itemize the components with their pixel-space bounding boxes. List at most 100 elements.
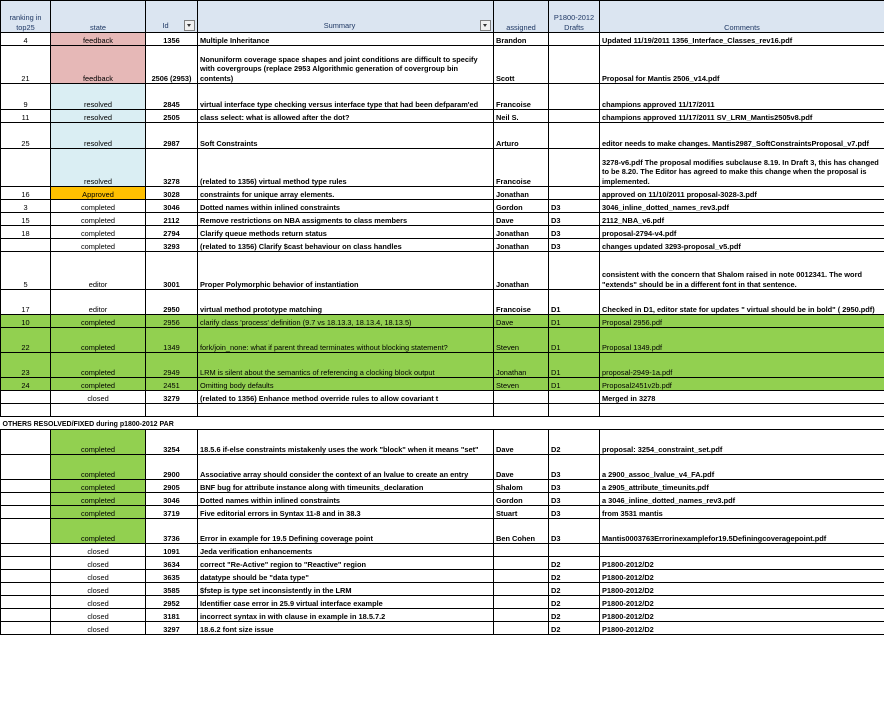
cell-rank[interactable]: 18 — [0, 225, 51, 239]
cell-assigned[interactable]: Francoise — [493, 83, 549, 110]
cell-assigned[interactable]: Dave — [493, 314, 549, 328]
cell-summary[interactable]: Nonuniform coverage space shapes and joi… — [197, 45, 494, 84]
cell-summary[interactable]: Jeda verification enhancements — [197, 543, 494, 557]
cell-state[interactable]: closed — [50, 582, 146, 596]
cell-draft[interactable]: D1 — [548, 377, 600, 391]
cell-id[interactable]: 3634 — [145, 556, 198, 570]
cell-assigned[interactable] — [493, 569, 549, 583]
cell-comment[interactable]: P1800-2012/D2 — [599, 582, 884, 596]
cell-id[interactable]: 3719 — [145, 505, 198, 519]
cell-comment[interactable]: Mantis0003763Errorinexamplefor19.5Defini… — [599, 518, 884, 544]
cell-summary[interactable]: class select: what is allowed after the … — [197, 109, 494, 123]
cell-state[interactable]: closed — [50, 621, 146, 635]
cell-id[interactable]: 1356 — [145, 32, 198, 46]
cell-state[interactable]: completed — [50, 225, 146, 239]
cell-draft[interactable]: D1 — [548, 314, 600, 328]
cell-assigned[interactable] — [493, 608, 549, 622]
cell-summary[interactable]: Five editorial errors in Syntax 11-8 and… — [197, 505, 494, 519]
cell-state[interactable]: feedback — [50, 45, 146, 84]
cell-draft[interactable] — [548, 186, 600, 200]
cell-state[interactable]: resolved — [50, 148, 146, 187]
cell-summary[interactable]: correct "Re-Active" region to "Reactive"… — [197, 556, 494, 570]
table-row[interactable]: closed 3297 18.6.2 font size issue D2 P1800-… — [0, 621, 884, 635]
cell-draft[interactable] — [548, 45, 600, 84]
cell-comment[interactable] — [599, 543, 884, 557]
cell-summary[interactable]: (related to 1356) virtual method type ru… — [197, 148, 494, 187]
cell-assigned[interactable] — [493, 556, 549, 570]
cell-summary[interactable]: Dotted names within inlined constraints — [197, 199, 494, 213]
cell-id[interactable]: 2949 — [145, 352, 198, 378]
cell-state[interactable]: completed — [50, 429, 146, 455]
cell-draft[interactable]: D2 — [548, 582, 600, 596]
cell-comment[interactable]: consistent with the concern that Shalom … — [599, 251, 884, 290]
header-state[interactable]: state — [50, 0, 146, 33]
cell-rank[interactable] — [0, 505, 51, 519]
cell-draft[interactable]: D3 — [548, 492, 600, 506]
cell-state[interactable]: completed — [50, 505, 146, 519]
table-row[interactable]: completed 2900 Associative array should co… — [0, 454, 884, 480]
cell-state[interactable]: completed — [50, 518, 146, 544]
cell-draft[interactable] — [548, 83, 600, 110]
table-row[interactable]: closed 2952 Identifier case error in 25.9 … — [0, 595, 884, 609]
table-row[interactable]: completed 3254 18.5.6 if-else constraints … — [0, 429, 884, 455]
cell-rank[interactable]: 25 — [0, 122, 51, 149]
cell-state[interactable]: closed — [50, 556, 146, 570]
header-summary[interactable]: Summary — [197, 0, 494, 33]
cell-assigned[interactable] — [493, 543, 549, 557]
table-row[interactable]: 24 completed 2451 Omitting body defaults Ste… — [0, 377, 884, 391]
cell-assigned[interactable]: Francoise — [493, 289, 549, 315]
cell-id[interactable]: 3635 — [145, 569, 198, 583]
cell-comment[interactable]: a 3046_inline_dotted_names_rev3.pdf — [599, 492, 884, 506]
cell-id[interactable]: 2112 — [145, 212, 198, 226]
table-row[interactable]: 15 completed 2112 Remove restrictions on NB… — [0, 212, 884, 226]
cell-comment[interactable]: Updated 11/19/2011 1356_Interface_Classe… — [599, 32, 884, 46]
cell-comment[interactable]: P1800-2012/D2 — [599, 621, 884, 635]
table-row[interactable]: closed 3279 (related to 1356) Enhance meth… — [0, 390, 884, 404]
cell-assigned[interactable]: Gordon — [493, 492, 549, 506]
cell-draft[interactable]: D2 — [548, 621, 600, 635]
cell-draft[interactable] — [548, 32, 600, 46]
cell-state[interactable]: completed — [50, 479, 146, 493]
table-row[interactable]: 3 completed 3046 Dotted names within inline… — [0, 199, 884, 213]
cell-id[interactable]: 3254 — [145, 429, 198, 455]
table-row[interactable]: completed 3046 Dotted names within inlined… — [0, 492, 884, 506]
cell-rank[interactable]: 16 — [0, 186, 51, 200]
cell-comment[interactable]: approved on 11/10/2011 proposal-3028-3.p… — [599, 186, 884, 200]
cell-summary[interactable]: Associative array should consider the co… — [197, 454, 494, 480]
cell-rank[interactable] — [0, 569, 51, 583]
cell-summary[interactable]: clarify class 'process' definition (9.7 … — [197, 314, 494, 328]
cell-id[interactable] — [145, 403, 198, 417]
cell-comment[interactable]: from 3531 mantis — [599, 505, 884, 519]
cell-state[interactable]: completed — [50, 327, 146, 353]
cell-comment[interactable]: 2112_NBA_v6.pdf — [599, 212, 884, 226]
cell-draft[interactable]: D3 — [548, 212, 600, 226]
table-row[interactable]: 4 feedback 1356 Multiple Inheritance Brandon… — [0, 32, 884, 46]
cell-rank[interactable]: 10 — [0, 314, 51, 328]
cell-draft[interactable]: D2 — [548, 429, 600, 455]
cell-assigned[interactable]: Francoise — [493, 148, 549, 187]
cell-summary[interactable]: Identifier case error in 25.9 virtual in… — [197, 595, 494, 609]
cell-summary[interactable]: 18.5.6 if-else constraints mistakenly us… — [197, 429, 494, 455]
cell-assigned[interactable] — [493, 595, 549, 609]
cell-comment[interactable]: Proposal 1349.pdf — [599, 327, 884, 353]
cell-rank[interactable] — [0, 429, 51, 455]
table-row[interactable]: 5 editor 3001 Proper Polymorphic behavior o… — [0, 251, 884, 290]
cell-state[interactable]: closed — [50, 569, 146, 583]
cell-summary[interactable]: BNF bug for attribute instance along wit… — [197, 479, 494, 493]
cell-rank[interactable]: 11 — [0, 109, 51, 123]
cell-id[interactable]: 2900 — [145, 454, 198, 480]
cell-assigned[interactable]: Neil S. — [493, 109, 549, 123]
table-row[interactable]: 11 resolved 2505 class select: what is allo… — [0, 109, 884, 123]
cell-draft[interactable]: D3 — [548, 518, 600, 544]
cell-draft[interactable] — [548, 122, 600, 149]
cell-state[interactable]: completed — [50, 199, 146, 213]
cell-rank[interactable] — [0, 403, 51, 417]
cell-id[interactable]: 3028 — [145, 186, 198, 200]
cell-rank[interactable] — [0, 454, 51, 480]
cell-state[interactable]: editor — [50, 251, 146, 290]
cell-comment[interactable]: P1800-2012/D2 — [599, 595, 884, 609]
cell-id[interactable]: 2950 — [145, 289, 198, 315]
cell-comment[interactable]: P1800-2012/D2 — [599, 556, 884, 570]
cell-id[interactable]: 2987 — [145, 122, 198, 149]
cell-id[interactable]: 2506 (2953) — [145, 45, 198, 84]
